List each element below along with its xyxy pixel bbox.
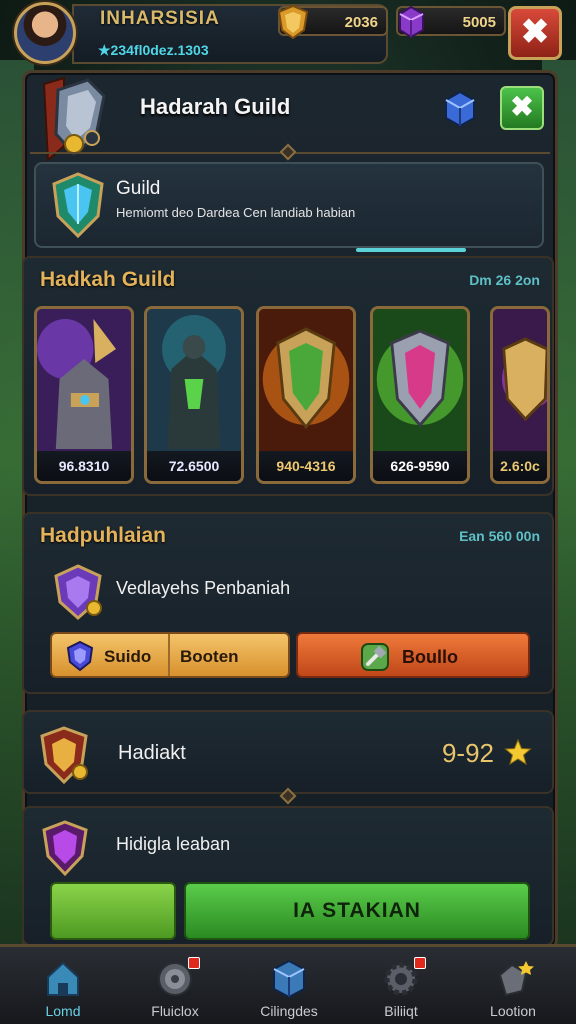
nav-item-gear[interactable]: Biliiqt xyxy=(346,953,456,1024)
nav-label-target: Fluiclox xyxy=(151,1003,199,1019)
player-avatar[interactable] xyxy=(14,2,76,64)
nav-item-location[interactable]: Lootion xyxy=(458,953,568,1024)
split-right-label[interactable]: Booten xyxy=(180,647,239,667)
rank-label: Hadiakt xyxy=(118,742,186,764)
reward-row-text: Vedlayehs Penbaniah xyxy=(116,578,291,598)
guild-header: Hadarah Guild ✖ xyxy=(22,70,558,163)
guild-title: Hadarah Guild xyxy=(140,94,291,119)
cards-section-title: Hadkah Guild xyxy=(40,268,176,291)
split-separator xyxy=(168,634,170,676)
header-close-button[interactable]: ✖ xyxy=(500,86,544,130)
nav-label-cube: Cilingdes xyxy=(260,1003,318,1019)
split-left-label[interactable]: Suido xyxy=(104,647,151,667)
gold-shield-art xyxy=(493,309,547,457)
hero-card-2[interactable]: 72.6500 xyxy=(144,306,244,484)
bottom-navigation: Lomd Fluiclox Cilingdes Biliiqt Lootion xyxy=(0,944,576,1024)
hero-card-4[interactable]: 626-9590 xyxy=(370,306,470,484)
split-action-button[interactable]: Suido Booten xyxy=(50,632,290,678)
hero-card-4-value: 626-9590 xyxy=(373,451,467,481)
gold-resource[interactable]: 2036 xyxy=(277,4,388,40)
info-glow-bar xyxy=(356,248,466,252)
hero-card-2-value: 72.6500 xyxy=(147,451,241,481)
star-icon xyxy=(504,738,532,766)
notification-badge xyxy=(188,957,200,969)
hammer-icon xyxy=(361,643,389,671)
player-name: INHARSISIA xyxy=(100,8,220,29)
orange-action-button[interactable]: Boullo xyxy=(296,632,530,678)
cards-section-meta: Dm 26 2on xyxy=(469,272,540,288)
hero-card-1[interactable]: 96.8310 xyxy=(34,306,134,484)
hero-card-3-value: 940-4316 xyxy=(259,451,353,481)
cube-icon xyxy=(273,959,305,999)
gold-amount: 2036 xyxy=(344,14,378,31)
hero-card-5-value: 2.6:0c xyxy=(493,451,547,481)
dark-knight-art xyxy=(147,309,241,457)
amethyst-crest-icon xyxy=(42,820,88,877)
ruby-shield-art xyxy=(373,309,467,457)
crystal-shield-icon xyxy=(52,172,104,239)
nav-label-home: Lomd xyxy=(45,1003,81,1019)
blue-cube-icon[interactable] xyxy=(440,88,480,132)
gem-amount: 5005 xyxy=(462,14,496,31)
claim-text: Hidigla leaban xyxy=(116,834,231,854)
hero-card-1-value: 96.8310 xyxy=(37,451,131,481)
location-icon xyxy=(498,961,534,997)
fire-shield-art xyxy=(259,309,353,457)
guild-info-title: Guild xyxy=(116,178,161,199)
purple-crest-icon xyxy=(54,564,102,621)
close-button[interactable]: ✖ xyxy=(508,6,562,60)
guild-cards-section: Hadkah Guild Dm 26 2on 96.8310 72.6500 9… xyxy=(22,256,554,496)
claim-secondary-button[interactable] xyxy=(50,882,176,940)
orange-button-label: Boullo xyxy=(402,647,458,667)
purple-gem-icon xyxy=(399,5,424,39)
blue-shield-icon xyxy=(66,640,94,672)
notification-badge xyxy=(414,957,426,969)
nav-item-cube[interactable]: Cilingdes xyxy=(234,953,344,1024)
gem-resource[interactable]: 5005 xyxy=(396,5,506,39)
hero-card-3[interactable]: 940-4316 xyxy=(256,306,356,484)
rank-section: Hadiakt 9-92 xyxy=(22,710,554,794)
rewards-section-title: Hadpuhlaian xyxy=(40,524,167,547)
hero-card-5[interactable]: 2.6:0c xyxy=(490,306,550,484)
rewards-section-meta: Ean 560 00n xyxy=(459,528,540,544)
rank-score: 9-92 xyxy=(441,738,494,768)
nav-label-location: Lootion xyxy=(490,1003,536,1019)
claim-button[interactable]: IA STAKIAN xyxy=(184,882,530,940)
guild-info-card: Guild Hemiomt deo Dardea Cen landiab hab… xyxy=(34,162,544,252)
gold-shield-icon xyxy=(277,4,309,40)
guild-info-description: Hemiomt deo Dardea Cen landiab habian xyxy=(116,205,356,220)
nav-label-gear: Biliiqt xyxy=(384,1003,418,1019)
player-id: ★234fl0dez.1303 xyxy=(98,42,209,58)
nav-item-target[interactable]: Fluiclox xyxy=(120,953,230,1024)
home-icon xyxy=(47,961,79,996)
claim-section: Hidigla leaban IA STAKIAN xyxy=(22,806,554,946)
gold-crest-icon xyxy=(40,726,88,785)
nav-item-home[interactable]: Lomd xyxy=(8,953,118,1024)
armored-warrior-art xyxy=(37,309,131,457)
rewards-section: Hadpuhlaian Ean 560 00n Vedlayehs Penban… xyxy=(22,512,554,694)
top-bar: INHARSISIA ★234fl0dez.1303 2036 5005 ✖ xyxy=(0,0,576,70)
